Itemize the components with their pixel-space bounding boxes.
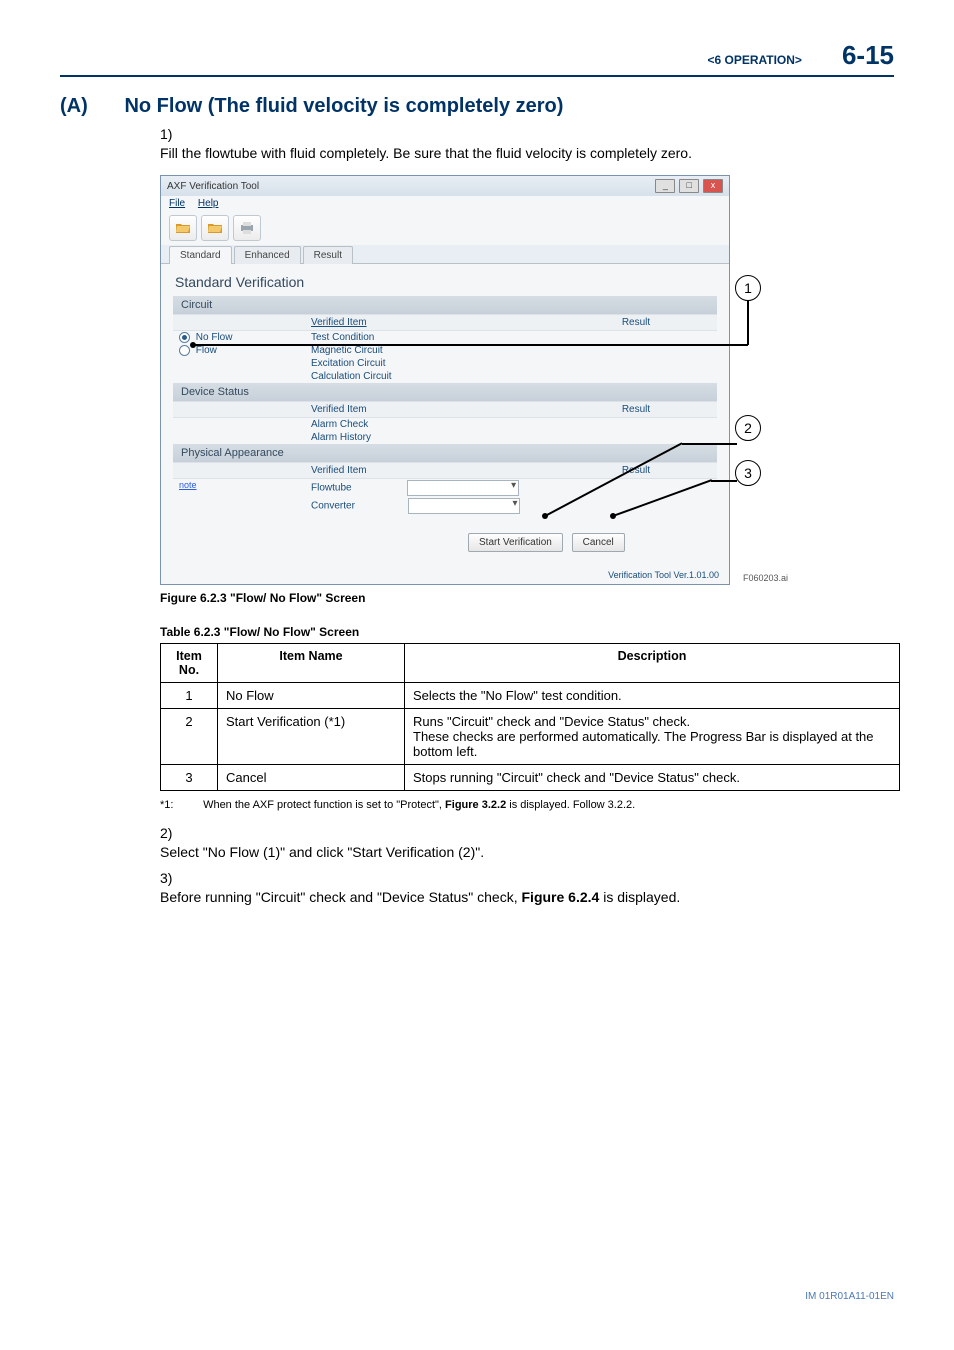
r1-no: 1 (161, 683, 218, 709)
menu-file[interactable]: File (169, 198, 185, 209)
row-flowtube: Flowtube (311, 483, 352, 494)
r2-desc: Runs "Circuit" check and "Device Status"… (405, 709, 900, 765)
header-pageno: 6-15 (842, 40, 894, 71)
radio-noflow[interactable] (179, 332, 190, 343)
circuit-head: Verified Item Result (173, 314, 717, 331)
start-verification-button[interactable]: Start Verification (468, 533, 563, 552)
menu-help[interactable]: Help (198, 198, 219, 209)
minimize-button[interactable]: _ (655, 179, 675, 193)
section-heading: (A) No Flow (The fluid velocity is compl… (60, 95, 894, 118)
footnote-text-b: is displayed. Follow 3.2.2. (509, 799, 635, 811)
r3-desc: Stops running "Circuit" check and "Devic… (405, 765, 900, 791)
col-verified-3: Verified Item (305, 463, 555, 478)
r2-no: 2 (161, 709, 218, 765)
section-phys: Physical Appearance (173, 444, 717, 462)
row-converter: Converter (311, 501, 355, 512)
row-calccircuit: Calculation Circuit (305, 371, 555, 382)
step-3-text-b: is displayed. (603, 889, 680, 905)
section-circuit: Circuit (173, 296, 717, 314)
header-chapter: <6 OPERATION> (707, 53, 801, 67)
step-2: 2) Select "No Flow (1)" and click "Start… (160, 825, 894, 862)
table-caption: Table 6.2.3 "Flow/ No Flow" Screen (160, 625, 894, 639)
doc-footer: IM 01R01A11-01EN (805, 1291, 894, 1302)
note-link[interactable]: note (179, 480, 197, 490)
close-button[interactable]: x (703, 179, 723, 193)
row-testcond: Test Condition (305, 332, 555, 343)
titlebar: AXF Verification Tool _ □ x (161, 176, 729, 196)
callout-3: 3 (735, 460, 761, 486)
flowtube-combo[interactable] (407, 480, 519, 496)
window-title: AXF Verification Tool (167, 181, 259, 192)
toolbar-open-icon[interactable] (169, 215, 197, 241)
explain-table: Item No. Item Name Description 1 No Flow… (160, 643, 900, 791)
step-1-text: Fill the flowtube with fluid completely.… (160, 144, 860, 163)
section-device: Device Status (173, 383, 717, 401)
version-footer: Verification Tool Ver.1.01.00 (161, 564, 729, 584)
tab-strip: Standard Enhanced Result (161, 245, 729, 264)
radio-flow[interactable] (179, 345, 190, 356)
step-3-text-a: Before running "Circuit" check and "Devi… (160, 889, 522, 905)
footnote-text-a: When the AXF protect function is set to … (203, 799, 445, 811)
footnote-bold: Figure 3.2.2 (445, 799, 506, 811)
menubar: File Help (161, 196, 729, 211)
callout-1: 1 (735, 275, 761, 301)
r1-desc: Selects the "No Flow" test condition. (405, 683, 900, 709)
figure-caption: Figure 6.2.3 "Flow/ No Flow" Screen (160, 591, 894, 605)
step-1: 1) Fill the flowtube with fluid complete… (160, 126, 894, 163)
figure-filename: F060203.ai (743, 573, 788, 583)
callout-3-line-b (711, 480, 737, 482)
button-bar: Start Verification Cancel (173, 533, 717, 552)
section-title: No Flow (The fluid velocity is completel… (124, 95, 563, 117)
footnote: *1: When the AXF protect function is set… (160, 799, 894, 811)
tab-result[interactable]: Result (303, 246, 353, 264)
toolbar-save-icon[interactable] (201, 215, 229, 241)
radio-noflow-label: No Flow (196, 332, 233, 343)
row-alarmcheck: Alarm Check (305, 419, 555, 430)
tab-standard[interactable]: Standard (169, 246, 232, 264)
r3-name: Cancel (218, 765, 405, 791)
footnote-star: *1: (160, 799, 200, 811)
th-name: Item Name (218, 644, 405, 683)
pane-title: Standard Verification (175, 274, 717, 290)
app-window: AXF Verification Tool _ □ x File Help (160, 175, 730, 585)
row-exccircuit: Excitation Circuit (305, 358, 555, 369)
step-3: 3) Before running "Circuit" check and "D… (160, 870, 894, 907)
converter-combo[interactable] (408, 498, 520, 514)
step-2-num: 2) (160, 825, 190, 841)
row-alarmhist: Alarm History (305, 432, 555, 443)
page-header: <6 OPERATION> 6-15 (60, 40, 894, 77)
r2-name: Start Verification (*1) (218, 709, 405, 765)
step-1-num: 1) (160, 126, 190, 142)
callout-2: 2 (735, 415, 761, 441)
tab-enhanced[interactable]: Enhanced (234, 246, 301, 264)
step-3-text: Before running "Circuit" check and "Devi… (160, 888, 860, 907)
toolbar-print-icon[interactable] (233, 215, 261, 241)
step-2-text: Select "No Flow (1)" and click "Start Ve… (160, 843, 860, 862)
col-result: Result (555, 315, 717, 330)
screenshot-wrap: AXF Verification Tool _ □ x File Help (160, 175, 730, 585)
callout-2-line-b (682, 443, 737, 445)
col-result-2: Result (555, 402, 717, 417)
step-3-num: 3) (160, 870, 190, 886)
section-letter: (A) (60, 95, 120, 118)
pane: Standard Verification Circuit Verified I… (161, 264, 729, 564)
device-head: Verified Item Result (173, 401, 717, 418)
cancel-button[interactable]: Cancel (572, 533, 625, 552)
col-verified-2: Verified Item (305, 402, 555, 417)
row-magcircuit: Magnetic Circuit (305, 345, 555, 356)
window-controls: _ □ x (654, 179, 723, 193)
r1-name: No Flow (218, 683, 405, 709)
callout-1-line-a (193, 344, 748, 346)
r3-no: 3 (161, 765, 218, 791)
phys-head: Verified Item Result (173, 462, 717, 479)
maximize-button[interactable]: □ (679, 179, 699, 193)
radio-flow-label: Flow (196, 345, 217, 356)
th-desc: Description (405, 644, 900, 683)
toolbar (161, 211, 729, 245)
th-no: Item No. (161, 644, 218, 683)
col-verified: Verified Item (305, 315, 555, 330)
step-3-bold: Figure 6.2.4 (522, 889, 600, 905)
